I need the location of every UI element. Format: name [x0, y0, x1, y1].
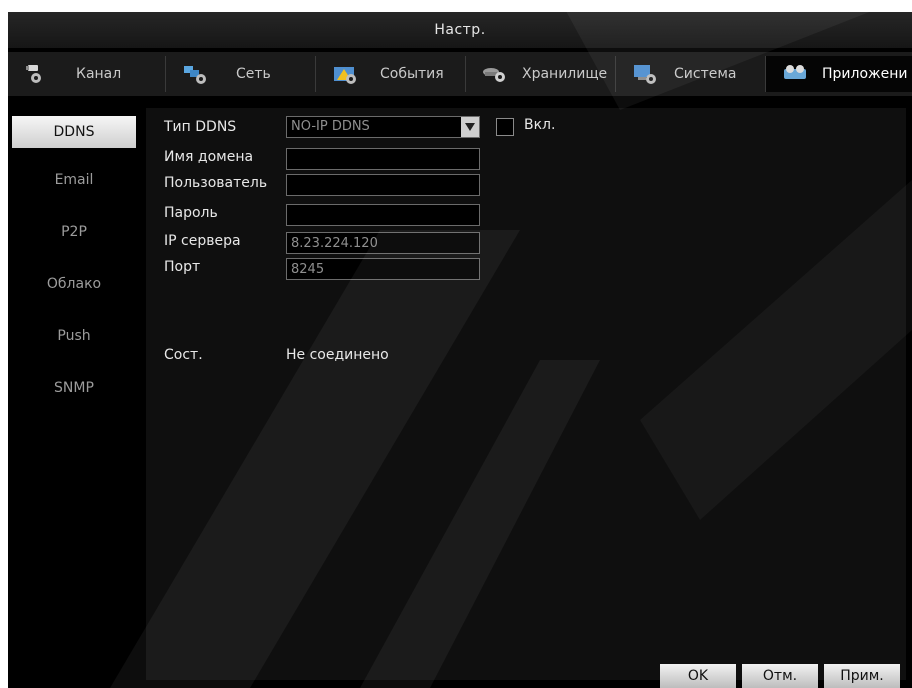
port-label: Порт [164, 259, 201, 275]
tab-label: Система [674, 66, 737, 82]
storage-gear-icon [482, 63, 508, 85]
system-gear-icon [632, 63, 658, 85]
tab-events[interactable]: События [316, 56, 466, 92]
tab-label: Канал [76, 66, 122, 82]
apply-button[interactable]: Прим. [824, 664, 900, 688]
server-ip-label: IP сервера [164, 233, 241, 249]
tab-channel[interactable]: Канал [8, 56, 166, 92]
network-gear-icon [182, 63, 208, 85]
ddns-settings-panel: Тип DDNS NO-IP DDNS Вкл. Имя домена Поль… [146, 108, 906, 688]
ddns-type-label: Тип DDNS [164, 119, 237, 135]
status-label: Сост. [164, 347, 203, 363]
warning-gear-icon [332, 63, 358, 85]
user-input[interactable] [286, 174, 480, 196]
sidebar-item-p2p[interactable]: P2P [12, 216, 136, 248]
status-value: Не соединено [286, 347, 389, 363]
domain-input[interactable] [286, 148, 480, 170]
tab-network[interactable]: Сеть [166, 56, 316, 92]
user-label: Пользователь [164, 175, 268, 191]
sidebar-item-email[interactable]: Email [12, 164, 136, 196]
settings-window: Настр. Канал Сеть События Хранилище Сист… [8, 12, 912, 688]
tab-label: Сеть [236, 66, 271, 82]
sidebar-item-ddns[interactable]: DDNS [12, 116, 136, 148]
server-ip-input[interactable] [286, 232, 480, 254]
cancel-button[interactable]: Отм. [742, 664, 818, 688]
sidebar-item-push[interactable]: Push [12, 320, 136, 352]
password-label: Пароль [164, 205, 218, 221]
tab-label: События [380, 66, 444, 82]
sidebar-item-snmp[interactable]: SNMP [12, 372, 136, 404]
domain-label: Имя домена [164, 149, 254, 165]
ddns-type-select[interactable]: NO-IP DDNS [286, 116, 480, 138]
sidebar-item-cloud[interactable]: Облако [12, 268, 136, 300]
port-input[interactable] [286, 258, 480, 280]
ok-button[interactable]: OK [660, 664, 736, 688]
camera-gear-icon [24, 63, 50, 85]
tab-label: Приложени [822, 66, 908, 82]
enable-label: Вкл. [524, 117, 556, 133]
tab-storage[interactable]: Хранилище [466, 56, 616, 92]
sidebar: DDNS Email P2P Облако Push SNMP [8, 108, 136, 688]
chevron-down-icon[interactable] [461, 117, 479, 137]
main-tabs: Канал Сеть События Хранилище Система При… [8, 52, 912, 96]
enable-checkbox[interactable] [496, 118, 514, 136]
password-input[interactable] [286, 204, 480, 226]
tab-label: Хранилище [522, 66, 608, 82]
ddns-type-value: NO-IP DDNS [291, 119, 370, 134]
tab-applications[interactable]: Приложени [766, 56, 912, 92]
window-title: Настр. [8, 12, 912, 48]
apps-icon [782, 63, 808, 85]
tab-system[interactable]: Система [616, 56, 766, 92]
